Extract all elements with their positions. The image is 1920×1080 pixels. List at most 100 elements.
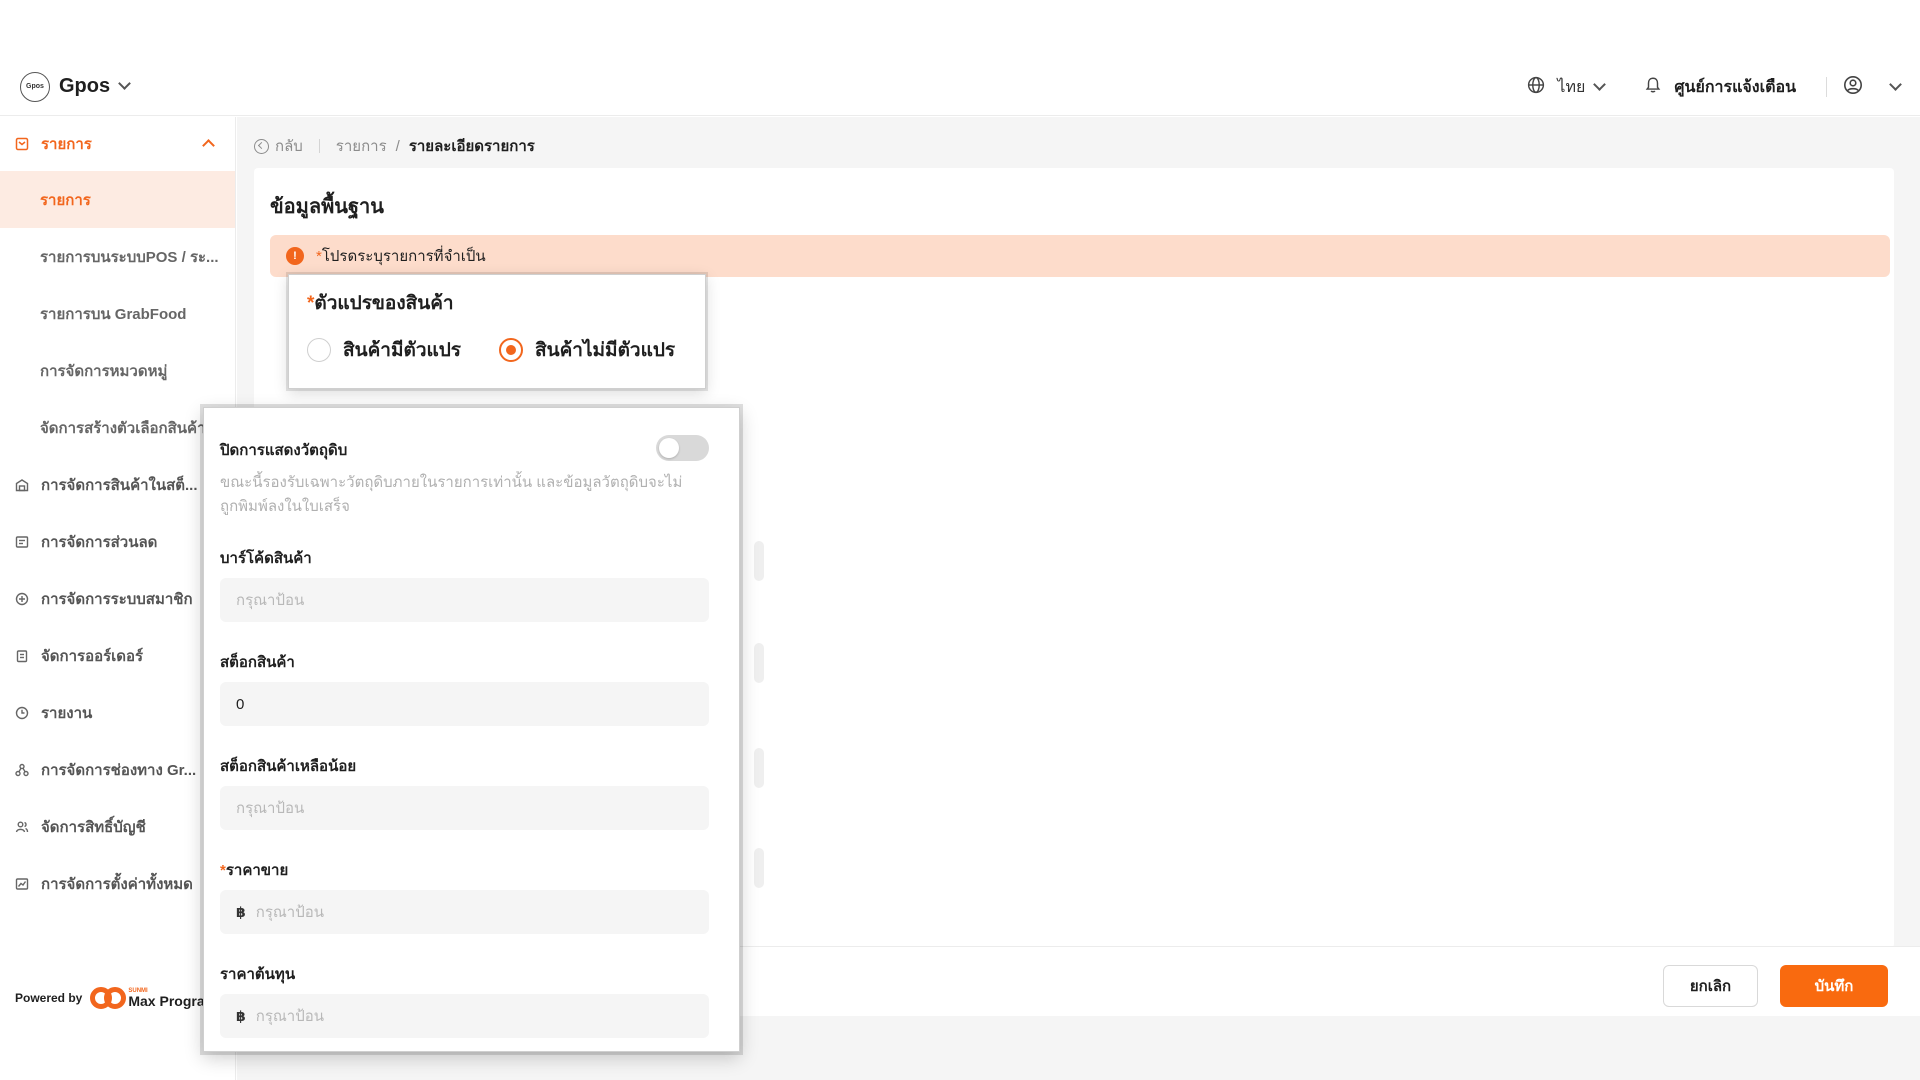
background-field — [754, 643, 764, 683]
sidebar-item-discounts[interactable]: การจัดการส่วนลด — [0, 513, 235, 570]
alert-text: โปรดระบุรายการที่จำเป็น — [321, 248, 486, 265]
sidebar-item-permissions[interactable]: จัดการสิทธิ์บัญชี — [0, 798, 235, 855]
brand-name: Gpos — [59, 75, 111, 97]
sidebar-item-label: รายงาน — [41, 704, 93, 722]
barcode-label: บาร์โค้ดสินค้า — [220, 550, 312, 567]
cost-label: ราคาต้นทุน — [220, 966, 296, 983]
top-right-actions: ไทย ศูนย์การแจ้งเตือน — [1527, 58, 1902, 116]
discount-icon — [15, 535, 29, 549]
background-field — [754, 848, 764, 888]
back-label: กลับ — [275, 138, 303, 155]
radio-unchecked-icon — [307, 338, 331, 362]
chevron-down-icon — [118, 77, 131, 90]
sidebar-item-label: จัดการออร์เดอร์ — [41, 647, 144, 665]
background-field — [754, 748, 764, 788]
partner-logo-icon — [90, 987, 127, 1009]
cancel-button[interactable]: ยกเลิก — [1663, 965, 1758, 1007]
notification-center[interactable]: ศูนย์การแจ้งเตือน — [1644, 75, 1796, 100]
cost-input[interactable] — [255, 1007, 696, 1025]
breadcrumb-parent[interactable]: รายการ — [336, 134, 387, 158]
notification-label: ศูนย์การแจ้งเตือน — [1674, 78, 1796, 96]
save-button[interactable]: บันทึก — [1780, 965, 1888, 1007]
variant-title-text: ตัวแปรของสินค้า — [314, 293, 454, 314]
required-alert: ! * โปรดระบุรายการที่จำเป็น — [270, 235, 1890, 277]
price-label-text: ราคาขาย — [225, 862, 289, 879]
barcode-input[interactable] — [220, 578, 709, 622]
partner-logo: SUNMI Max Progra — [90, 987, 205, 1009]
material-hint: ขณะนี้รองรับเฉพาะวัตถุดิบภายในรายการเท่า… — [220, 474, 683, 515]
divider — [318, 139, 320, 153]
info-icon: ! — [286, 247, 304, 265]
baht-icon: ฿ — [236, 1007, 246, 1024]
user-icon — [1843, 75, 1863, 100]
breadcrumb-separator: / — [395, 137, 400, 155]
breadcrumb: กลับ รายการ / รายละเอียดรายการ — [254, 134, 535, 158]
clipboard-icon — [15, 649, 29, 663]
product-details-callout: ปิดการแสดงวัตถุดิบ ขณะนี้รองรับเฉพาะวัตถ… — [203, 407, 740, 1052]
sidebar-item-reports[interactable]: รายงาน — [0, 684, 235, 741]
section-title: ข้อมูลพื้นฐาน — [270, 196, 384, 218]
members-icon — [15, 592, 29, 606]
sidebar-item-pos-items[interactable]: รายการบนระบบPOS / ระ... — [0, 228, 235, 285]
cost-field[interactable]: ฿ — [220, 994, 709, 1038]
radio-label: สินค้ามีตัวแปร — [343, 340, 462, 361]
powered-by: Powered by SUNMI Max Progra — [15, 987, 205, 1009]
hide-material-toggle[interactable] — [656, 435, 709, 461]
sidebar-item-orders[interactable]: จัดการออร์เดอร์ — [0, 627, 235, 684]
sidebar: รายการ รายการ รายการบนระบบPOS / ระ... รา… — [0, 117, 236, 1080]
partner-logo-text: Max Progra — [128, 993, 205, 1009]
bell-icon — [1644, 76, 1662, 99]
chevron-down-icon — [1889, 77, 1902, 91]
sidebar-item-label: การจัดการตั้งค่าทั้งหมด — [41, 875, 193, 893]
user-menu[interactable] — [1843, 75, 1902, 100]
brand-switcher[interactable]: Gpos Gpos — [20, 71, 131, 102]
sidebar-item-product-options[interactable]: จัดการสร้างตัวเลือกสินค้า — [0, 399, 235, 456]
back-button[interactable]: กลับ — [254, 134, 303, 158]
stock-input[interactable] — [220, 682, 709, 726]
radio-has-variant[interactable]: สินค้ามีตัวแปร — [307, 335, 461, 365]
divider — [1826, 77, 1827, 97]
product-variant-callout: *ตัวแปรของสินค้า สินค้ามีตัวแปร สินค้าไม… — [288, 274, 706, 389]
low-stock-input[interactable] — [220, 786, 709, 830]
hide-material-label: ปิดการแสดงวัตถุดิบ — [220, 442, 348, 459]
sidebar-item-channels[interactable]: การจัดการช่องทาง Gr... — [0, 741, 235, 798]
price-field[interactable]: ฿ — [220, 890, 709, 934]
top-bar: Gpos Gpos ไทย ศูนย์การแจ้งเตือน — [0, 58, 1920, 116]
price-label: *ราคาขาย — [220, 858, 288, 882]
variant-title: *ตัวแปรของสินค้า — [307, 288, 454, 318]
stock-label: สต็อกสินค้า — [220, 654, 295, 671]
settings-chart-icon — [15, 877, 29, 891]
radio-checked-icon — [499, 338, 524, 362]
globe-icon — [1527, 76, 1545, 99]
channels-icon — [15, 763, 29, 777]
background-field — [754, 541, 764, 581]
sidebar-item-label: การจัดการระบบสมาชิก — [41, 590, 193, 608]
sidebar-item-categories[interactable]: การจัดการหมวดหมู่ — [0, 342, 235, 399]
language-label: ไทย — [1557, 78, 1586, 96]
radio-label: สินค้าไม่มีตัวแปร — [535, 340, 676, 361]
back-circle-icon — [254, 138, 269, 154]
radio-no-variant[interactable]: สินค้าไม่มีตัวแปร — [499, 335, 675, 365]
sidebar-item-members[interactable]: การจัดการระบบสมาชิก — [0, 570, 235, 627]
variant-radio-group: สินค้ามีตัวแปร สินค้าไม่มีตัวแปร — [307, 335, 675, 365]
list-icon — [15, 137, 29, 151]
sidebar-item-label: การจัดการสินค้าในสต็... — [41, 476, 198, 494]
chevron-up-icon — [202, 139, 215, 152]
sidebar-item-grabfood-items[interactable]: รายการบน GrabFood — [0, 285, 235, 342]
price-input[interactable] — [255, 903, 696, 921]
sidebar-item-stock[interactable]: การจัดการสินค้าในสต็... — [0, 456, 235, 513]
sidebar-group-label: รายการ — [41, 136, 92, 153]
warehouse-icon — [15, 478, 29, 492]
chevron-down-icon — [1593, 77, 1607, 91]
language-selector[interactable]: ไทย — [1527, 75, 1607, 100]
clock-icon — [15, 706, 29, 720]
powered-by-label: Powered by — [15, 991, 83, 1005]
sidebar-item-label: การจัดการส่วนลด — [41, 533, 158, 551]
users-icon — [15, 820, 29, 834]
sidebar-item-settings[interactable]: การจัดการตั้งค่าทั้งหมด — [0, 855, 235, 912]
sidebar-group-items[interactable]: รายการ — [0, 117, 235, 171]
brand-logo: Gpos — [20, 71, 50, 102]
low-stock-label: สต็อกสินค้าเหลือน้อย — [220, 758, 357, 775]
sidebar-item-items[interactable]: รายการ — [0, 171, 235, 228]
sidebar-item-label: จัดการสิทธิ์บัญชี — [41, 818, 146, 836]
